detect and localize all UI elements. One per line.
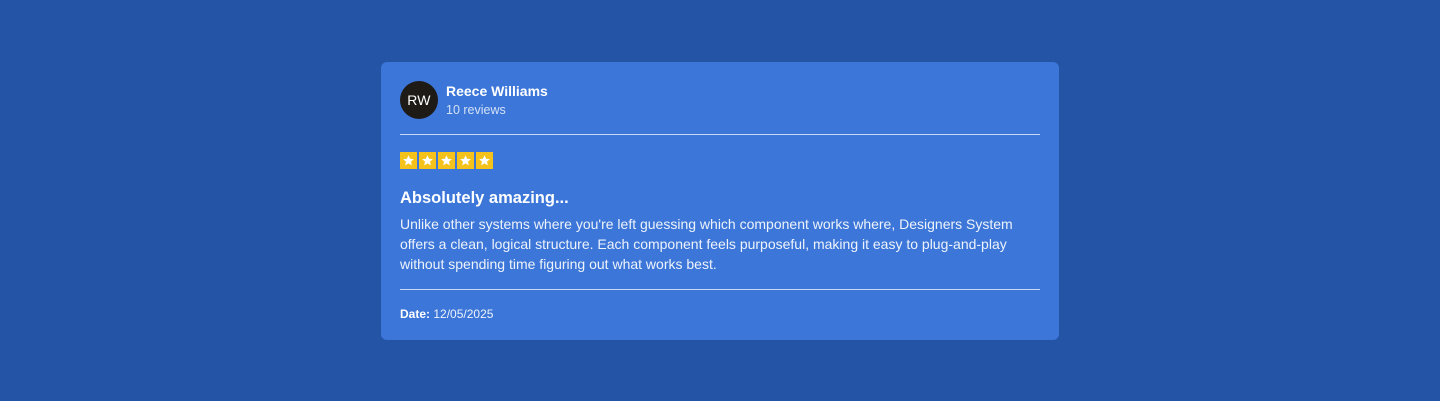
star-icon (438, 152, 455, 169)
footer-divider (400, 289, 1040, 290)
author-info: Reece Williams 10 reviews (446, 82, 548, 119)
star-icon (419, 152, 436, 169)
date-label: Date: (400, 307, 431, 321)
review-title: Absolutely amazing... (400, 189, 569, 207)
star-icon (400, 152, 417, 169)
header-divider (400, 134, 1040, 135)
review-date: Date: 12/05/2025 (400, 306, 1040, 322)
review-card: RW Reece Williams 10 reviews Absolutely … (381, 62, 1059, 340)
author-name: Reece Williams (446, 82, 548, 99)
review-header: RW Reece Williams 10 reviews (400, 81, 1040, 119)
page-background: RW Reece Williams 10 reviews Absolutely … (0, 0, 1440, 401)
avatar: RW (400, 81, 438, 119)
review-count: 10 reviews (446, 102, 506, 117)
review-body: Unlike other systems where you're left g… (400, 216, 1013, 272)
date-value: 12/05/2025 (433, 307, 494, 321)
star-icon (476, 152, 493, 169)
star-rating (400, 152, 1040, 170)
star-icon (457, 152, 474, 169)
